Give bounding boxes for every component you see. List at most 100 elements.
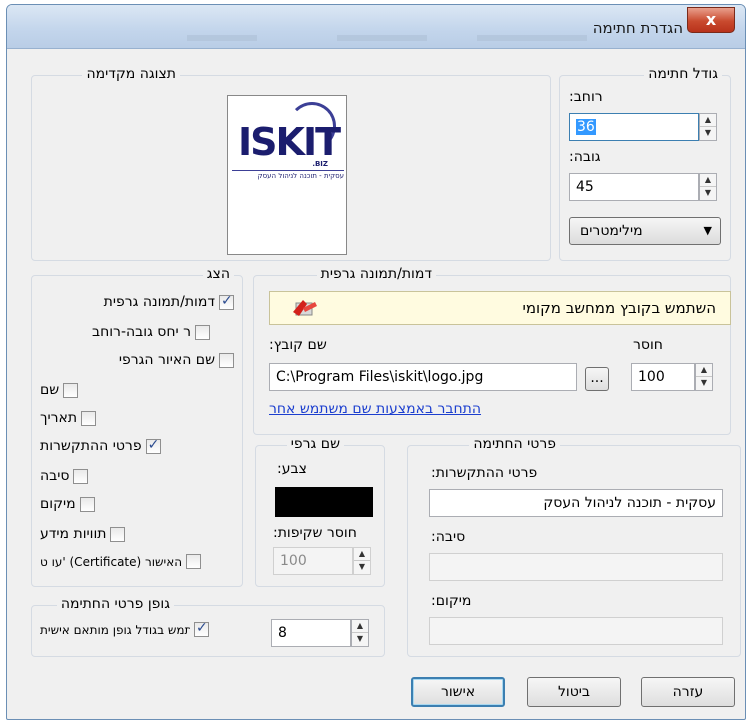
checkbox-date[interactable]: תאריך — [40, 410, 97, 426]
checkbox-label: ר יחס גובה-רוחב — [92, 324, 191, 340]
filename-field[interactable]: C:\Program Files\iskit\logo.jpg — [269, 363, 577, 391]
filename-label: שם קובץ: — [269, 337, 327, 353]
spin-down-icon[interactable]: ▼ — [700, 127, 716, 140]
checkbox-box[interactable] — [110, 526, 126, 542]
checkbox-label: דמות/תמונה גרפית — [103, 294, 215, 310]
checkbox-location[interactable]: מיקום — [40, 496, 95, 512]
logo-text: ISKIT — [238, 120, 341, 164]
preview-legend: תצוגה מקדימה — [82, 66, 180, 82]
checkbox-label: השתמש בגודל גופן מותאם אישית — [40, 622, 190, 637]
checkbox-graphic[interactable]: דמות/תמונה גרפית — [103, 293, 234, 310]
checkbox-box[interactable] — [195, 324, 210, 340]
width-label: רוחב: — [569, 89, 603, 105]
help-button-label: עזרה — [672, 684, 704, 700]
checkbox-box[interactable] — [219, 293, 234, 310]
graphic-name-legend: שם גרפי — [286, 436, 344, 452]
color-swatch[interactable] — [275, 487, 373, 517]
spin-up-icon[interactable]: ▲ — [700, 114, 716, 127]
font-size-field[interactable]: 8 — [271, 619, 351, 647]
spin-up-icon[interactable]: ▲ — [352, 620, 368, 633]
font-legend: גופן פרטי החתימה — [56, 596, 174, 612]
connect-other-user-link[interactable]: התחבר באמצעות שם משתמש אחר — [269, 401, 481, 417]
spin-up-icon[interactable]: ▲ — [354, 548, 370, 561]
checkbox-label: תאריך — [40, 410, 78, 426]
spin-down-icon[interactable]: ▼ — [352, 633, 368, 646]
width-stepper[interactable]: ▲ ▼ — [699, 113, 717, 141]
checkbox-box[interactable] — [79, 496, 95, 512]
checkbox-box[interactable] — [186, 554, 202, 569]
spin-up-icon[interactable]: ▲ — [700, 174, 716, 187]
close-icon: x — [705, 10, 717, 29]
graphic-legend: דמות/תמונה גרפית — [316, 266, 436, 282]
signature-preview: ISKIT .BIZ עסקית - תוכנה לניהול העסק — [227, 95, 347, 255]
browse-button[interactable]: ... — [585, 367, 609, 391]
opacity-stepper[interactable]: ▲ ▼ — [695, 363, 713, 391]
browse-icon: ... — [590, 370, 604, 386]
spin-up-icon[interactable]: ▲ — [696, 364, 712, 377]
ok-button-label: אישור — [440, 684, 476, 700]
contact-field[interactable]: עסקית - תוכנה לניהול העסק — [429, 489, 723, 517]
spin-down-icon[interactable]: ▼ — [696, 377, 712, 390]
checkbox-box[interactable] — [81, 410, 97, 426]
cancel-button-label: ביטול — [557, 684, 591, 700]
height-field[interactable]: 45 — [569, 173, 699, 201]
help-button[interactable]: עזרה — [641, 677, 735, 707]
window-title: הגדרת חתימה — [592, 19, 683, 37]
units-select[interactable]: מילימטרים ▼ — [569, 217, 721, 245]
show-legend: הצג — [202, 266, 234, 282]
signature-size-legend: גודל חתימה — [644, 66, 722, 82]
checkbox-reason[interactable]: סיבה — [40, 468, 89, 484]
spin-down-icon[interactable]: ▼ — [354, 561, 370, 574]
checkbox-label: פרטי ההתקשרות — [40, 438, 142, 454]
height-label: גובה: — [569, 149, 601, 165]
checkbox-box[interactable] — [73, 468, 89, 484]
checkbox-label: מיקום — [40, 496, 76, 512]
checkbox-contact[interactable]: פרטי ההתקשרות — [40, 437, 161, 454]
location-field[interactable] — [429, 617, 723, 645]
pdf-file-icon — [293, 300, 317, 316]
title-bar-strip — [337, 35, 427, 41]
logo-tagline: עסקית - תוכנה לניהול העסק — [232, 170, 344, 180]
checkbox-box[interactable] — [145, 437, 161, 454]
reason-label: סיבה: — [431, 529, 466, 545]
checkbox-custom-font[interactable]: השתמש בגודל גופן מותאם אישית — [40, 620, 209, 637]
use-local-file-button[interactable]: השתמש בקובץ ממחשב מקומי — [269, 291, 731, 325]
checkbox-name[interactable]: שם — [40, 382, 79, 398]
ok-button[interactable]: אישור — [411, 677, 505, 707]
font-size-stepper[interactable]: ▲ ▼ — [351, 619, 369, 647]
title-bar-strip — [187, 35, 257, 41]
checkbox-label: סיבה — [40, 468, 70, 484]
transparency-field[interactable]: 100 — [273, 547, 353, 575]
checkbox-box[interactable] — [194, 620, 209, 637]
height-stepper[interactable]: ▲ ▼ — [699, 173, 717, 201]
close-button[interactable]: x — [687, 7, 735, 33]
width-value: 36 — [576, 119, 596, 135]
checkbox-info-labels[interactable]: תוויות מידע — [40, 526, 126, 542]
opacity-label: חוסר — [633, 337, 663, 353]
opacity-field[interactable]: 100 — [631, 363, 695, 391]
reason-field[interactable] — [429, 553, 723, 581]
cancel-button[interactable]: ביטול — [527, 677, 621, 707]
checkbox-aspect-ratio[interactable]: ר יחס גובה-רוחב — [92, 324, 210, 340]
title-bar: הגדרת חתימה x — [7, 5, 745, 49]
transparency-label: חוסר שקיפות: — [273, 525, 357, 541]
checkbox-label: שם האיור הגרפי — [118, 352, 215, 368]
title-bar-strip — [477, 35, 587, 41]
checkbox-label: עו ט' (Certificate) האישור — [40, 554, 183, 569]
checkbox-certificate[interactable]: עו ט' (Certificate) האישור — [40, 554, 202, 569]
contact-label: פרטי ההתקשרות: — [431, 465, 538, 481]
chevron-down-icon: ▼ — [703, 224, 712, 237]
width-field[interactable]: 36 — [569, 113, 699, 141]
signature-details-legend: פרטי החתימה — [469, 436, 560, 452]
location-label: מיקום: — [431, 593, 472, 609]
signature-settings-dialog: הגדרת חתימה x תצוגה מקדימה ISKIT .BIZ עס… — [6, 4, 746, 720]
spin-down-icon[interactable]: ▼ — [700, 187, 716, 200]
checkbox-box[interactable] — [63, 382, 79, 398]
show-group: הצג דמות/תמונה גרפית ר יחס גובה-רוחב שם … — [31, 266, 243, 587]
checkbox-graphic-name[interactable]: שם האיור הגרפי — [119, 352, 234, 368]
transparency-stepper[interactable]: ▲ ▼ — [353, 547, 371, 575]
checkbox-label: תוויות מידע — [40, 526, 107, 542]
units-value: מילימטרים — [580, 223, 643, 239]
checkbox-box[interactable] — [219, 352, 234, 368]
use-local-file-label: השתמש בקובץ ממחשב מקומי — [522, 299, 716, 317]
